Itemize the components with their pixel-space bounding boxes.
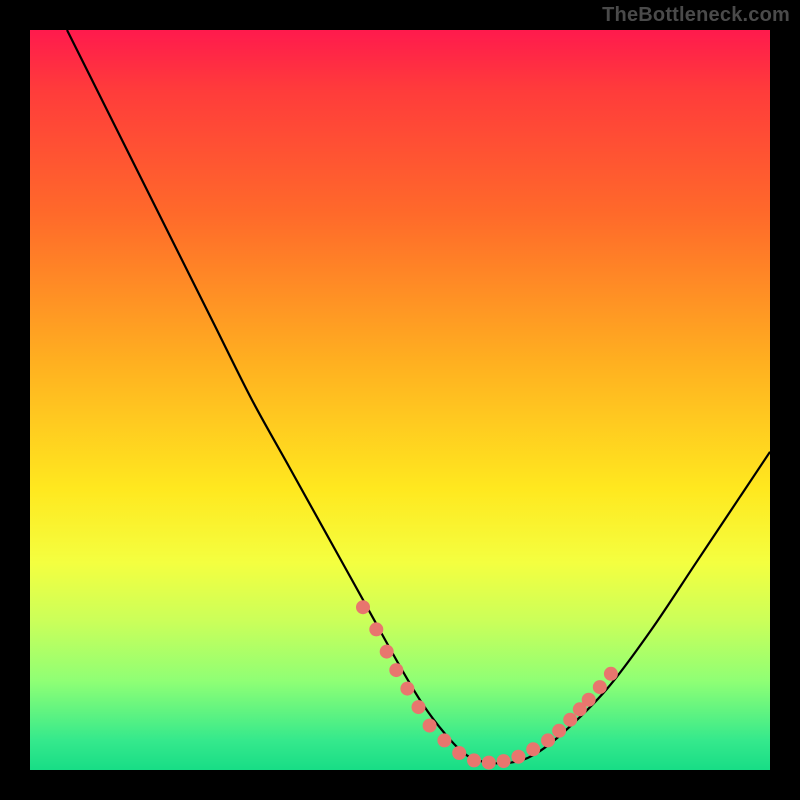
marker-dot — [563, 713, 577, 727]
marker-dot — [369, 622, 383, 636]
marker-dot — [452, 746, 466, 760]
bottleneck-curve — [67, 30, 770, 764]
marker-dots — [356, 600, 618, 769]
marker-dot — [467, 753, 481, 767]
marker-dot — [389, 663, 403, 677]
marker-dot — [552, 724, 566, 738]
chart-frame: TheBottleneck.com — [0, 0, 800, 800]
watermark-text: TheBottleneck.com — [602, 4, 790, 27]
marker-dot — [541, 733, 555, 747]
marker-dot — [593, 680, 607, 694]
plot-area — [30, 30, 770, 770]
marker-dot — [511, 750, 525, 764]
marker-dot — [412, 700, 426, 714]
marker-dot — [380, 645, 394, 659]
marker-dot — [423, 719, 437, 733]
marker-dot — [482, 756, 496, 770]
chart-svg — [30, 30, 770, 770]
marker-dot — [604, 667, 618, 681]
marker-dot — [356, 600, 370, 614]
marker-dot — [497, 754, 511, 768]
marker-dot — [582, 693, 596, 707]
marker-dot — [526, 742, 540, 756]
marker-dot — [400, 682, 414, 696]
marker-dot — [437, 733, 451, 747]
